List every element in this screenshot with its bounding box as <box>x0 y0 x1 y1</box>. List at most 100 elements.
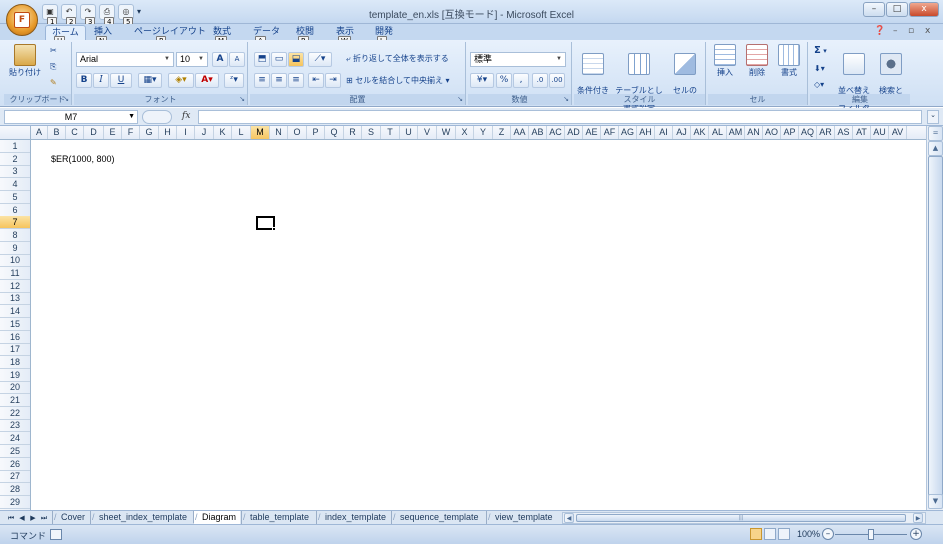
column-header[interactable]: AA <box>511 126 529 139</box>
formula-input[interactable] <box>198 110 922 124</box>
sheet-tab-cover[interactable]: Cover <box>52 511 89 524</box>
column-header[interactable]: R <box>344 126 362 139</box>
maximize-button[interactable]: □ <box>886 2 908 17</box>
column-header[interactable]: AH <box>637 126 655 139</box>
wrap-text-button[interactable]: ⤶ 折り返して全体を表示する <box>346 54 449 63</box>
grow-font-button[interactable]: A <box>212 52 228 67</box>
horizontal-scroll-thumb[interactable]: ||| <box>576 514 906 522</box>
number-format-combo[interactable]: 標準 ▼ <box>470 52 566 67</box>
active-cell-m7[interactable] <box>256 216 276 231</box>
row-header[interactable]: 26 <box>0 458 30 471</box>
column-header[interactable]: Z <box>493 126 511 139</box>
last-sheet-icon[interactable]: ⏭ <box>39 513 49 523</box>
sheet-tab-sheet-index-template[interactable]: sheet_index_template <box>90 511 191 524</box>
page-layout-view-icon[interactable] <box>764 528 776 540</box>
column-header[interactable]: Q <box>325 126 344 139</box>
column-header[interactable]: W <box>437 126 456 139</box>
vertical-scrollbar[interactable]: = ▲ ▼ <box>926 126 943 510</box>
row-header[interactable]: 23 <box>0 419 30 433</box>
column-header[interactable]: AF <box>601 126 619 139</box>
row-header[interactable]: 20 <box>0 381 30 395</box>
align-left-icon[interactable]: ≡ <box>254 73 270 88</box>
scroll-up-icon[interactable]: ▲ <box>928 141 943 156</box>
next-sheet-icon[interactable]: ▶ <box>28 513 38 523</box>
scroll-down-icon[interactable]: ▼ <box>928 494 943 509</box>
name-box[interactable]: M7 ▼ <box>4 110 138 124</box>
italic-button[interactable]: I <box>93 73 109 88</box>
column-header[interactable]: O <box>288 126 307 139</box>
column-header[interactable]: H <box>159 126 177 139</box>
row-header[interactable]: 18 <box>0 356 30 369</box>
column-header[interactable]: AE <box>583 126 601 139</box>
row-header[interactable]: 14 <box>0 305 30 319</box>
row-header[interactable]: 8 <box>0 229 30 242</box>
column-header[interactable]: Y <box>474 126 493 139</box>
split-box-icon[interactable]: = <box>928 126 943 141</box>
delete-cells-button[interactable]: 削除 <box>742 44 772 77</box>
copy-icon[interactable]: ⎘ <box>50 62 56 71</box>
column-header[interactable]: X <box>456 126 474 139</box>
comma-button[interactable]: , <box>513 73 529 88</box>
row-header[interactable]: 25 <box>0 445 30 458</box>
format-painter-icon[interactable]: ✎ <box>50 78 57 87</box>
column-header[interactable]: AG <box>619 126 637 139</box>
dialog-launcher-icon[interactable]: ↘ <box>457 95 463 103</box>
sheet-tab-table-template[interactable]: table_template <box>241 511 313 524</box>
column-header[interactable]: AP <box>781 126 799 139</box>
column-header[interactable]: AU <box>871 126 889 139</box>
tab-review[interactable]: 校閲R <box>290 25 320 46</box>
tab-data[interactable]: データA <box>247 25 286 46</box>
sheet-tab-index-template[interactable]: index_template <box>316 511 390 524</box>
row-header[interactable]: 1 <box>0 140 30 153</box>
row-header[interactable]: 28 <box>0 483 30 496</box>
prev-sheet-icon[interactable]: ◀ <box>17 513 27 523</box>
column-header[interactable]: G <box>140 126 159 139</box>
tab-insert[interactable]: 挿入N <box>88 25 118 46</box>
column-header[interactable]: M <box>251 126 270 139</box>
column-header[interactable]: C <box>66 126 84 139</box>
column-header[interactable]: V <box>418 126 437 139</box>
worksheet-grid[interactable]: $ER(1000, 800) <box>31 140 926 510</box>
dialog-launcher-icon[interactable]: ↘ <box>563 95 569 103</box>
dialog-launcher-icon[interactable]: ↘ <box>239 95 245 103</box>
tab-formulas[interactable]: 数式M <box>207 25 237 46</box>
decrease-indent-icon[interactable]: ⇤ <box>308 73 324 88</box>
column-header[interactable]: L <box>232 126 251 139</box>
row-header[interactable]: 9 <box>0 242 30 255</box>
column-header[interactable]: AI <box>655 126 673 139</box>
font-name-combo[interactable]: Arial ▼ <box>76 52 174 67</box>
column-header[interactable]: K <box>214 126 232 139</box>
borders-icon[interactable]: ▦▾ <box>138 73 162 88</box>
help-icon[interactable]: ❓ <box>874 26 885 36</box>
increase-indent-icon[interactable]: ⇥ <box>325 73 341 88</box>
format-cells-button[interactable]: 書式 <box>774 44 804 77</box>
font-color-icon[interactable]: A▾ <box>195 73 219 88</box>
clear-icon[interactable]: ◇▾ <box>814 80 824 89</box>
dialog-launcher-icon[interactable]: ↘ <box>63 95 69 103</box>
sheet-tab-view-template[interactable]: view_template <box>486 511 557 524</box>
row-header[interactable]: 27 <box>0 470 30 484</box>
underline-button[interactable]: U <box>110 73 132 88</box>
paste-button[interactable]: 貼り付け <box>8 44 42 77</box>
scroll-left-icon[interactable]: ◀ <box>564 513 574 523</box>
column-header[interactable]: AV <box>889 126 907 139</box>
insert-cells-button[interactable]: 挿入 <box>710 44 740 77</box>
percent-button[interactable]: % <box>496 73 512 88</box>
zoom-out-icon[interactable]: – <box>822 528 834 540</box>
bold-button[interactable]: B <box>76 73 92 88</box>
column-header[interactable]: S <box>362 126 381 139</box>
column-header[interactable]: AB <box>529 126 547 139</box>
page-break-view-icon[interactable] <box>778 528 790 540</box>
decrease-decimal-icon[interactable]: .00 <box>549 73 565 88</box>
row-header[interactable]: 4 <box>0 178 30 192</box>
fill-handle[interactable] <box>272 227 276 231</box>
row-header[interactable]: 11 <box>0 267 30 280</box>
column-header[interactable]: AD <box>565 126 583 139</box>
column-header[interactable]: AN <box>745 126 763 139</box>
column-header[interactable]: AO <box>763 126 781 139</box>
align-top-icon[interactable]: ⬒ <box>254 52 270 67</box>
align-middle-icon[interactable]: ▭ <box>271 52 287 67</box>
column-header[interactable]: AL <box>709 126 727 139</box>
align-right-icon[interactable]: ≡ <box>288 73 304 88</box>
column-header[interactable]: I <box>177 126 195 139</box>
